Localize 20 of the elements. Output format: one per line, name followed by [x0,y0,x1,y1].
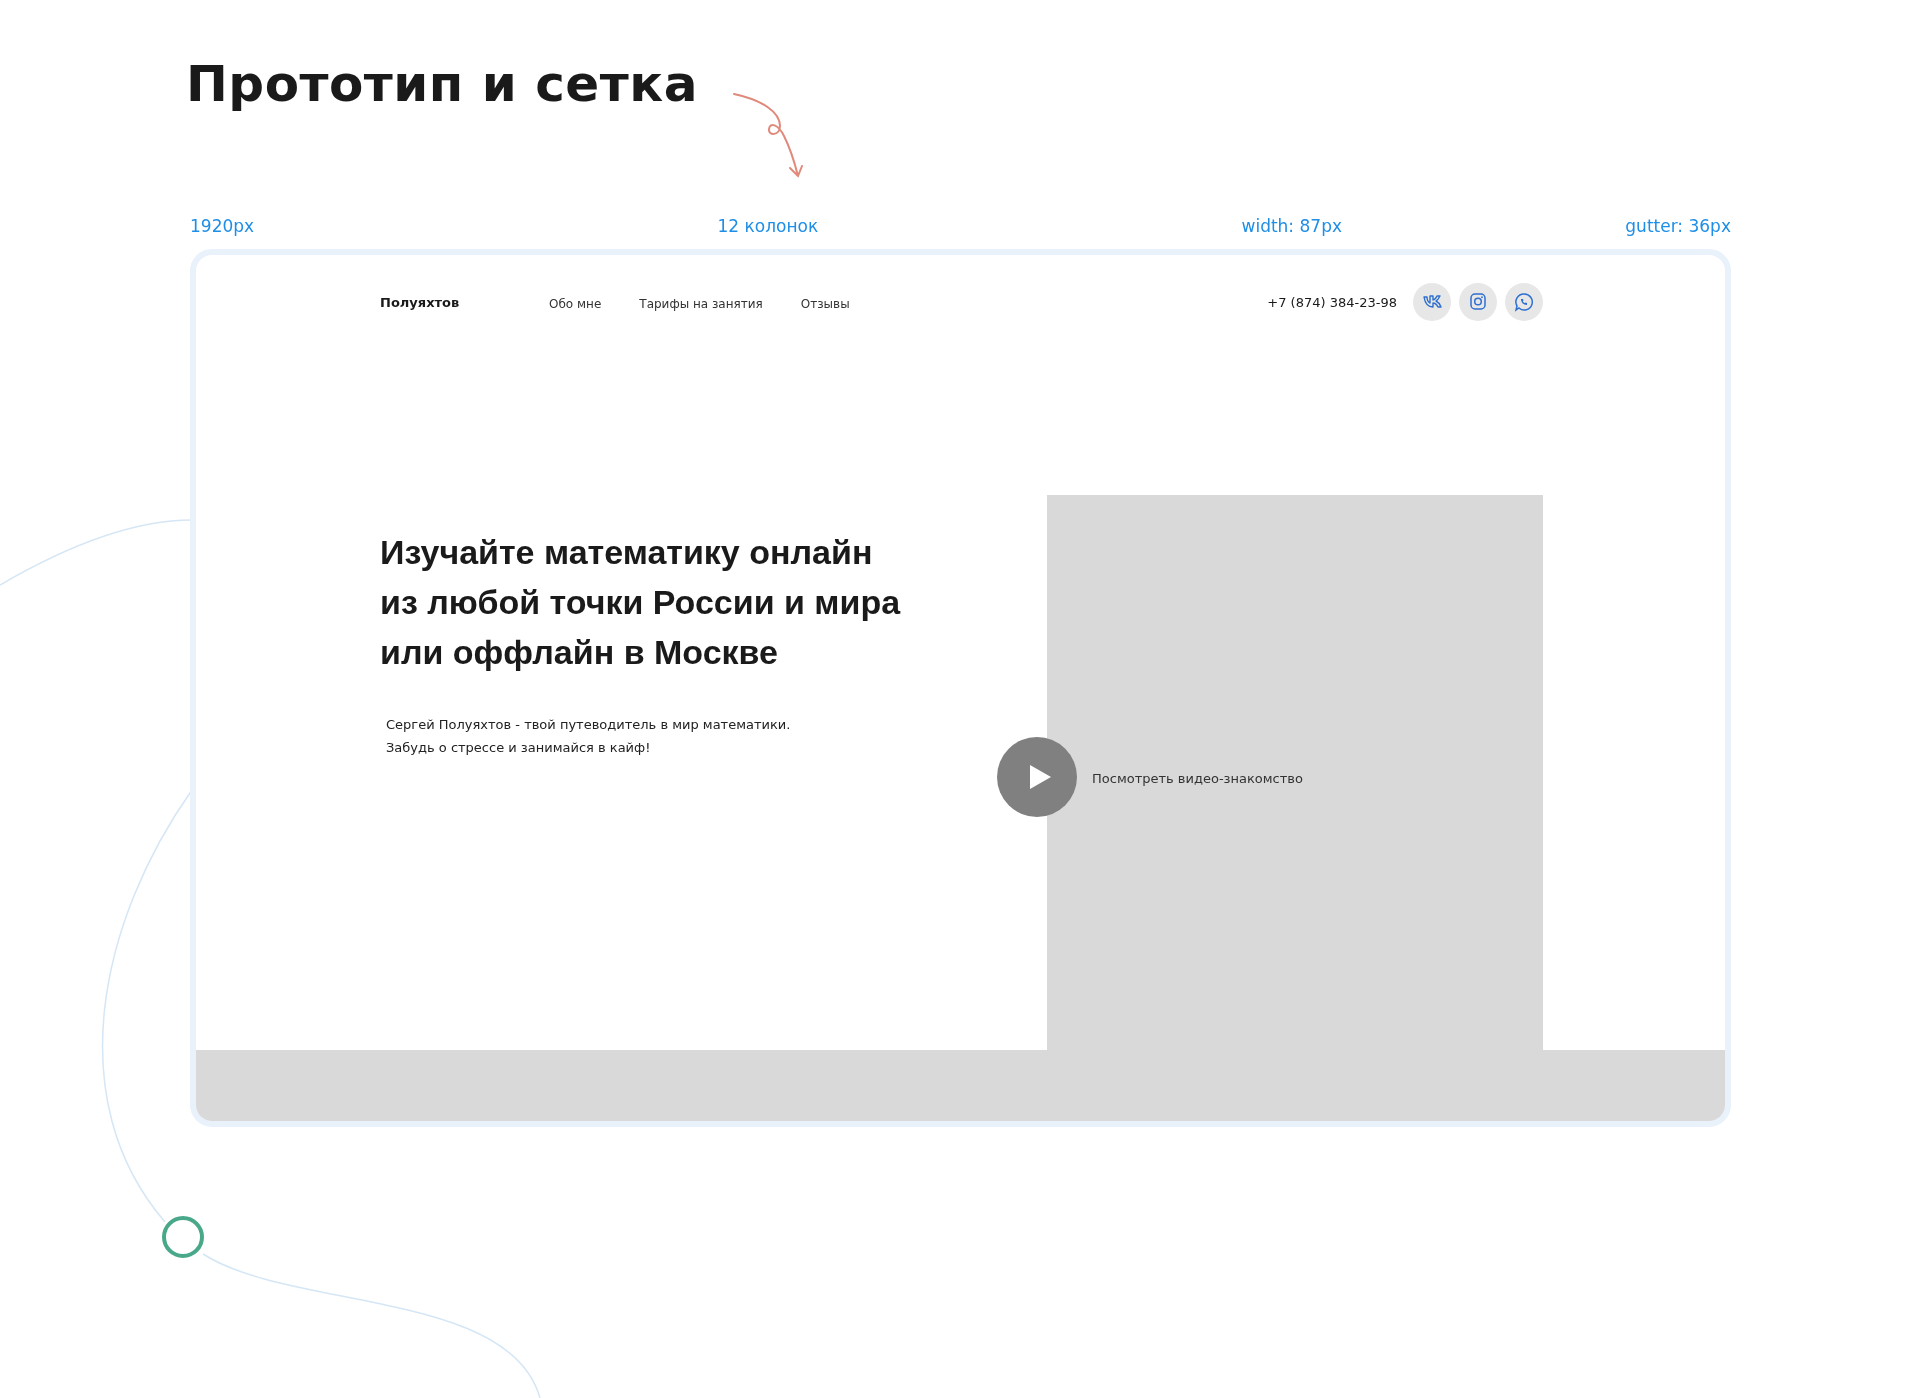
ring-icon [162,1216,204,1258]
social-button[interactable] [1413,283,1451,321]
site-logo[interactable]: Полуяхтов [380,294,549,310]
social-button[interactable] [1459,283,1497,321]
phone-number[interactable]: +7 (874) 384-23-98 [1267,294,1397,310]
grid-spec-label: 12 колонок [717,215,819,237]
grid-spec-label: width: 87px [1241,215,1342,237]
page-title: Прототип и сетка [186,54,698,115]
video-link[interactable]: Посмотреть видео-знакомство [1092,771,1303,786]
play-icon [1028,764,1052,790]
grid-spec-label: gutter: 36px [1625,215,1731,237]
camera-icon [1468,292,1488,312]
nav-link[interactable]: Тарифы на занятия [639,297,763,311]
nav-link[interactable]: Обо мне [549,297,602,311]
grid-spec-label: 1920px [190,215,255,237]
hero-subtitle: Сергей Полуяхтов - твой путеводитель в мир математики. Забудь о стрессе и занимайся в кайф! [386,716,792,757]
hero-heading: Изучайте математику онлайн из любой точки России и мира или оффлайн в Москве [380,532,902,673]
social-button[interactable] [1505,283,1543,321]
nav-link[interactable]: Отзывы [800,297,850,311]
chat-bubble-icon [1514,292,1534,312]
